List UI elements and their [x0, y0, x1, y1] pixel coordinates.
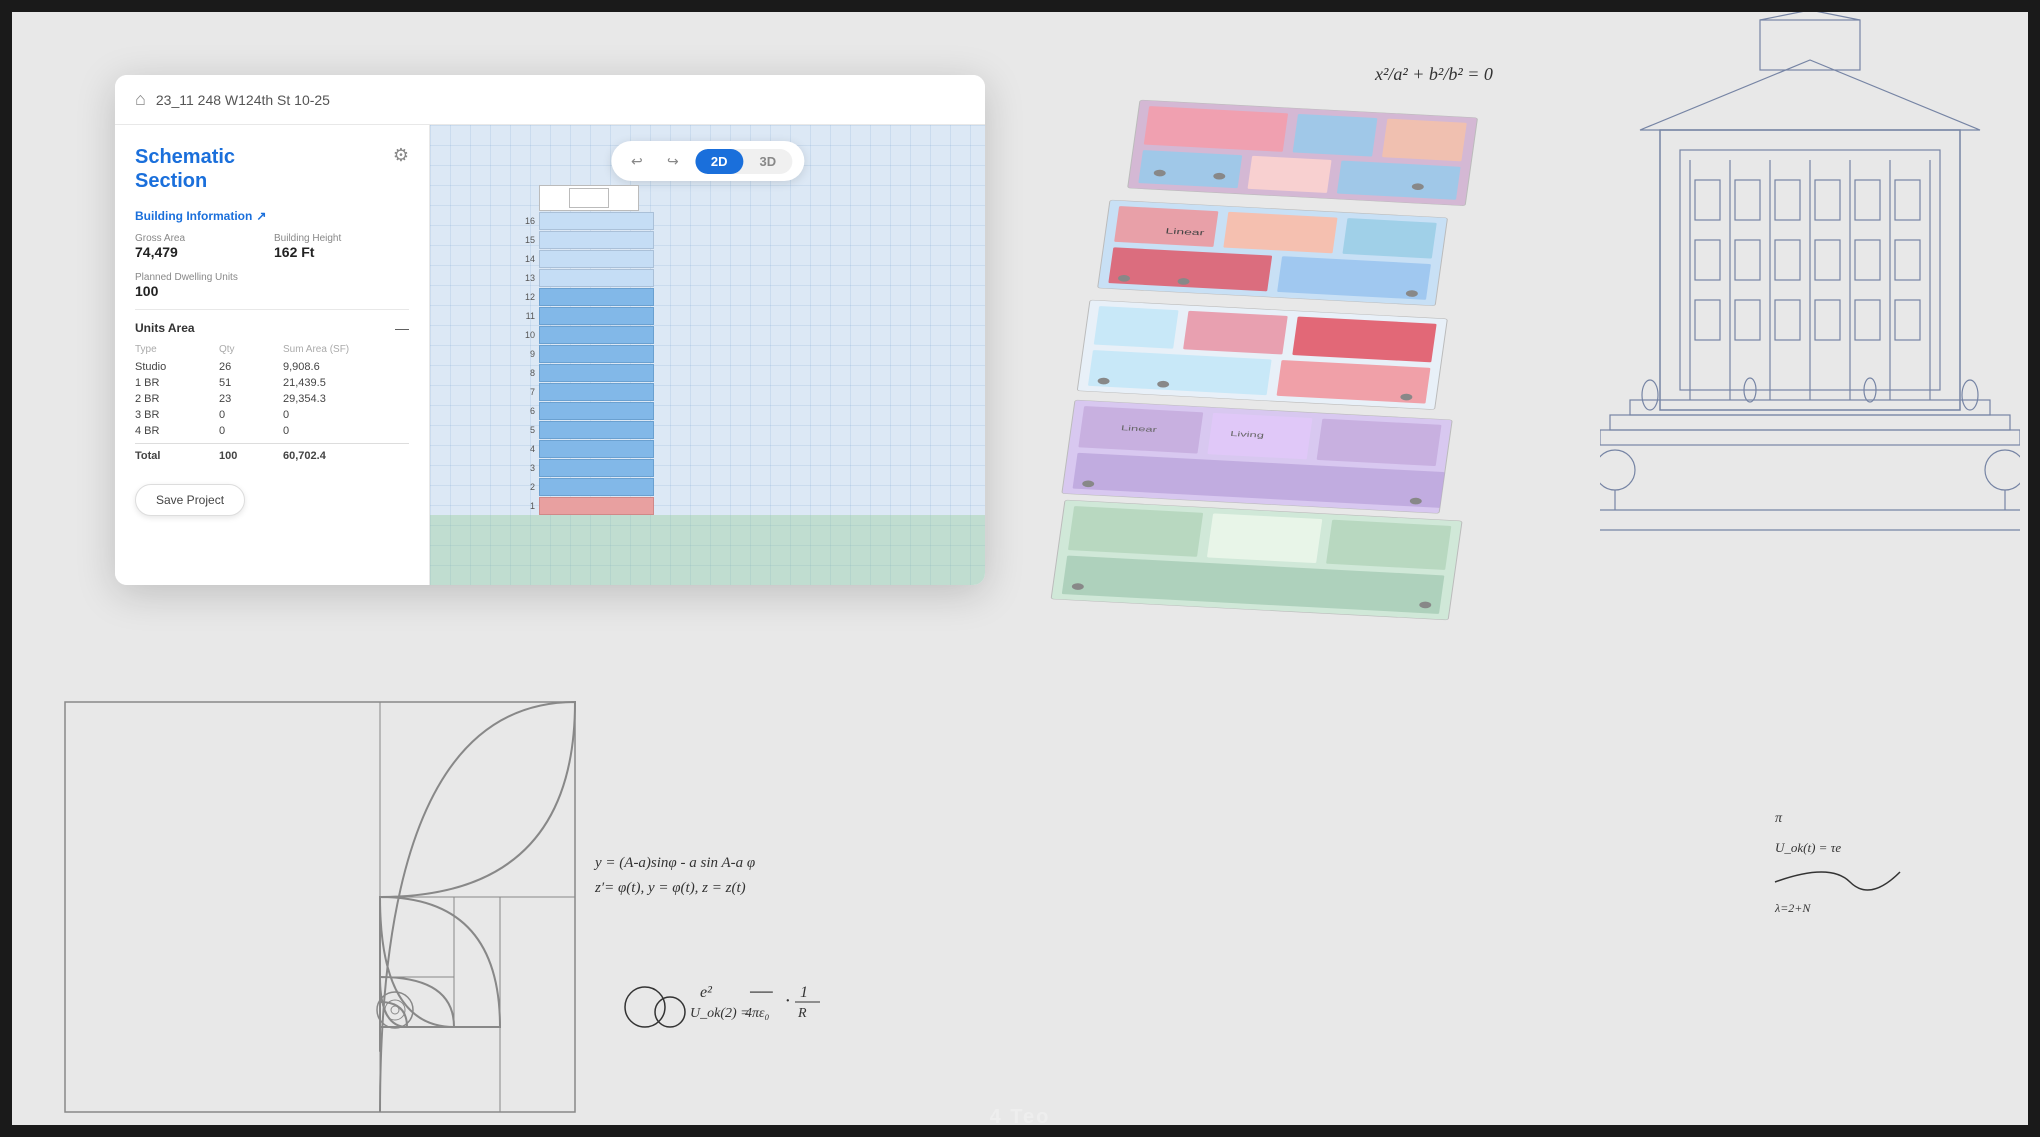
- view-toggle: 2D 3D: [695, 149, 792, 174]
- units-area-toggle[interactable]: —: [395, 320, 409, 336]
- golden-spiral: [55, 692, 585, 1122]
- window-body: Schematic Section ⚙ Building Information…: [115, 125, 985, 585]
- svg-text:λ=2+N: λ=2+N: [1774, 901, 1811, 915]
- svg-text:π: π: [1775, 811, 1783, 826]
- save-project-button[interactable]: Save Project: [135, 484, 245, 516]
- svg-text:·: ·: [785, 990, 790, 1012]
- sketch-building-illustration: [1600, 10, 2020, 590]
- svg-text:z′= φ(t), y = φ(t), z = z(t): z′= φ(t), y = φ(t), z = z(t): [594, 880, 746, 896]
- canvas-toolbar: ↩ ↪ 2D 3D: [611, 141, 804, 181]
- window-title: 23_11 248 W124th St 10-25: [156, 92, 330, 108]
- th-qty: Qty: [219, 344, 279, 355]
- window-header: ⌂ 23_11 248 W124th St 10-25: [115, 75, 985, 125]
- table-row: 1 BR 51 21,439.5: [135, 375, 409, 391]
- total-sum: 60,702.4: [283, 450, 409, 462]
- gross-area-value: 74,479: [135, 244, 270, 260]
- view-2d-button[interactable]: 2D: [695, 149, 744, 174]
- th-type: Type: [135, 344, 215, 355]
- app-window: ⌂ 23_11 248 W124th St 10-25 Schematic Se…: [115, 75, 985, 585]
- redo-button[interactable]: ↪: [659, 147, 687, 175]
- building-height-value: 162 Ft: [274, 244, 409, 260]
- total-qty: 100: [219, 450, 279, 462]
- view-3d-button[interactable]: 3D: [744, 149, 793, 174]
- building-height-label: Building Height: [274, 233, 409, 244]
- svg-text:U_ok(t) = τe: U_ok(t) = τe: [1775, 840, 1841, 855]
- gross-area-label: Gross Area: [135, 233, 270, 244]
- gear-icon[interactable]: ⚙: [393, 145, 409, 166]
- table-row: Studio 26 9,908.6: [135, 359, 409, 375]
- home-icon: ⌂: [135, 89, 146, 110]
- bottom-label: 4 Teo: [990, 1106, 1051, 1129]
- svg-text:1: 1: [800, 984, 808, 1001]
- planned-units-block: Planned Dwelling Units 100: [135, 272, 409, 299]
- sidebar-header: Schematic Section ⚙: [135, 145, 409, 193]
- planned-units-value: 100: [135, 283, 409, 299]
- main-container: x²/a² + b²/b² = 0 y = (A-a)sinφ - a sin …: [0, 0, 2040, 1137]
- th-sum: Sum Area (SF): [283, 344, 409, 355]
- canvas-area[interactable]: ↩ ↪ 2D 3D 16 15 14 13 1: [430, 125, 985, 585]
- ground-band: [430, 515, 985, 585]
- math-equation-4: π U_ok(t) = τe λ=2+N: [1770, 802, 1970, 937]
- svg-text:4πε₀: 4πε₀: [745, 1006, 770, 1021]
- table-row: 4 BR 0 0: [135, 423, 409, 439]
- svg-text:y = (A-a)sinφ - a sin A-a φ: y = (A-a)sinφ - a sin A-a φ: [593, 855, 755, 871]
- table-row: 2 BR 23 29,354.3: [135, 391, 409, 407]
- svg-text:──: ──: [749, 984, 773, 1001]
- units-area-header: Units Area —: [135, 320, 409, 336]
- table-body: Studio 26 9,908.6 1 BR 51 21,439.5 2 BR …: [135, 359, 409, 439]
- svg-text:U_ok(2) =: U_ok(2) =: [690, 1006, 750, 1021]
- math-equation-3: e² U_ok(2) = ── 4πε₀ · 1 R: [620, 972, 970, 1057]
- total-row: Total 100 60,702.4: [135, 443, 409, 468]
- building-floor-diagram: 16 15 14 13 12 11 10 9 8 7 6 5 4 3: [525, 185, 654, 515]
- building-info-link[interactable]: Building Information ↗: [135, 209, 409, 223]
- total-label: Total: [135, 450, 215, 462]
- table-header: Type Qty Sum Area (SF): [135, 344, 409, 355]
- math-equation-2: y = (A-a)sinφ - a sin A-a φ z′= φ(t), y …: [590, 842, 1010, 917]
- svg-text:R: R: [797, 1006, 807, 1021]
- table-row: 3 BR 0 0: [135, 407, 409, 423]
- units-area-label: Units Area: [135, 321, 195, 335]
- exploded-floor-plans: Linear: [1080, 80, 1580, 730]
- undo-button[interactable]: ↩: [623, 147, 651, 175]
- divider-1: [135, 309, 409, 310]
- sidebar-panel: Schematic Section ⚙ Building Information…: [115, 125, 430, 585]
- info-grid: Gross Area 74,479 Building Height 162 Ft: [135, 233, 409, 260]
- svg-text:e²: e²: [700, 984, 713, 1001]
- section-title: Schematic Section: [135, 145, 235, 193]
- planned-units-label: Planned Dwelling Units: [135, 272, 409, 283]
